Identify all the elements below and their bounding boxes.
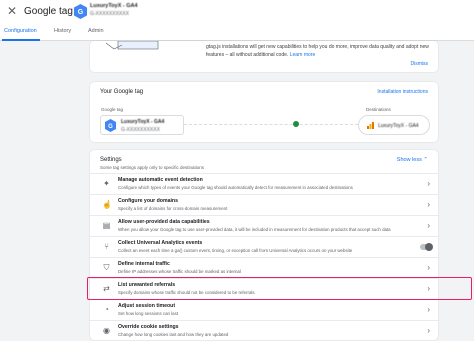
setting-title: Allow user-provided data capabilities <box>118 219 210 225</box>
settings-subtitle: Some tag settings apply only to specific… <box>100 165 205 170</box>
setting-row[interactable]: ⑂ Collect Universal Analytics events Col… <box>90 236 438 257</box>
setting-row[interactable]: ✦ Manage automatic event detection Confi… <box>90 173 438 194</box>
notice-text: gtag.js installations will get new capab… <box>206 44 429 58</box>
setting-title: Override cookie settings <box>118 324 179 330</box>
google-tag-icon: G <box>105 119 116 132</box>
chevron-right-icon[interactable]: › <box>427 305 430 314</box>
dismiss-button[interactable]: Dismiss <box>411 61 429 67</box>
cookie-icon: ◉ <box>103 326 110 335</box>
svg-text:G: G <box>108 124 113 130</box>
setting-row[interactable]: ☝ Configure your domains Specify a list … <box>90 194 438 215</box>
setting-description: Change how long cookies last and how the… <box>118 332 229 337</box>
sparkle-icon: ✦ <box>103 179 110 188</box>
analytics-icon <box>367 122 374 129</box>
chevron-right-icon[interactable]: › <box>427 326 430 335</box>
collect-ua-events-toggle[interactable] <box>420 243 433 251</box>
tab-history[interactable]: History <box>54 28 71 34</box>
chevron-right-icon[interactable]: › <box>427 179 430 188</box>
setting-description: Collect an event each time a ga() custom… <box>118 248 353 253</box>
database-icon: ▤ <box>102 221 111 230</box>
close-icon[interactable]: ✕ <box>6 5 18 17</box>
setting-title: Define internal traffic <box>118 261 170 267</box>
timer-icon: ◔ <box>104 305 109 314</box>
chevron-right-icon[interactable]: › <box>427 263 430 272</box>
tab-bar: Configuration History Admin <box>0 24 474 41</box>
settings-title: Settings <box>100 157 122 163</box>
destination-name: LuxuryToyX - GA4 <box>378 123 419 129</box>
setting-description: Set how long sessions can last <box>118 311 179 316</box>
section-title: Your Google tag <box>100 89 144 95</box>
destination-box[interactable]: LuxuryToyX - GA4 <box>358 115 430 135</box>
tab-configuration[interactable]: Configuration <box>4 28 37 34</box>
cursor-icon: ☝ <box>102 200 112 209</box>
destinations-label: Destinations <box>366 107 391 112</box>
setting-description: Configure which types of events your Goo… <box>118 185 353 190</box>
google-tag-label: Google tag <box>101 107 124 112</box>
illustration-icon <box>105 41 159 50</box>
setting-row[interactable]: ▤ Allow user-provided data capabilities … <box>90 215 438 236</box>
active-tab-indicator <box>2 39 40 41</box>
setting-title: Manage automatic event detection <box>118 177 203 183</box>
setting-title: Collect Universal Analytics events <box>118 240 203 246</box>
svg-text:G: G <box>78 9 84 16</box>
page-title: Google tag <box>24 6 73 17</box>
setting-description: When you allow your Google tag to use us… <box>118 227 391 232</box>
top-bar: ✕ Google tag G LuxuryToyX - GA4 G-XXXXXX… <box>0 0 474 24</box>
account-name: LuxuryToyX - GA4 <box>90 3 138 9</box>
setting-row[interactable]: ◉ Override cookie settings Change how lo… <box>90 320 438 341</box>
tab-admin[interactable]: Admin <box>88 28 104 34</box>
fork-icon: ⑂ <box>104 242 109 251</box>
show-less-button[interactable]: Show less ⌃ <box>397 157 428 163</box>
setting-row[interactable]: ◔ Adjust session timeout Set how long se… <box>90 299 438 320</box>
google-tag-icon: G <box>74 4 87 19</box>
your-google-tag-card: Your Google tag Installation instruction… <box>90 82 438 142</box>
setting-description: Specify a list of domains for cross-doma… <box>118 206 228 211</box>
learn-more-link[interactable]: Learn more <box>290 52 316 58</box>
status-check-icon <box>293 121 299 127</box>
gtag-notice-card: gtag.js installations will get new capab… <box>90 41 438 72</box>
connector-line <box>184 124 358 125</box>
chevron-right-icon[interactable]: › <box>427 221 430 230</box>
tag-name: LuxuryToyX - GA4 <box>121 119 165 125</box>
installation-instructions-link[interactable]: Installation instructions <box>377 89 428 95</box>
highlight-box <box>87 277 472 300</box>
setting-row[interactable]: ⛉ Define internal traffic Define IP addr… <box>90 257 438 278</box>
filter-icon: ⛉ <box>103 263 110 272</box>
settings-card: Settings Some tag settings apply only to… <box>90 150 438 340</box>
chevron-right-icon[interactable]: › <box>427 200 430 209</box>
setting-title: Adjust session timeout <box>118 303 176 309</box>
setting-title: Configure your domains <box>118 198 178 204</box>
google-tag-box[interactable]: G LuxuryToyX - GA4 G-XXXXXXXXXX <box>100 115 184 135</box>
tag-id: G-XXXXXXXXXX <box>121 127 160 133</box>
account-id: G-XXXXXXXXXX <box>90 11 129 17</box>
setting-description: Define IP addresses whose traffic should… <box>118 269 241 274</box>
